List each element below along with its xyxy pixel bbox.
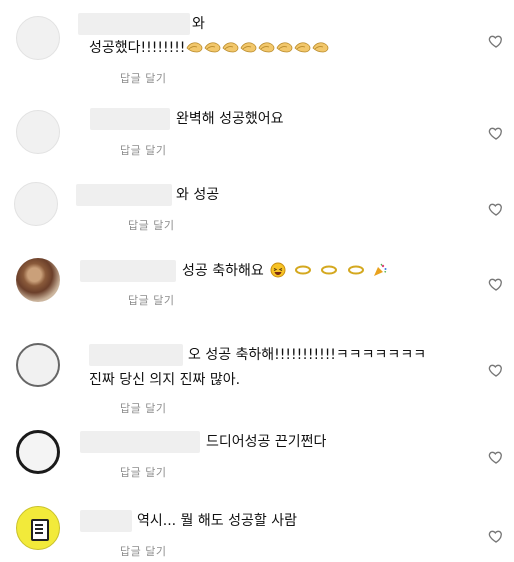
comment-text-body: 성공 축하해요	[182, 263, 264, 279]
reply-button[interactable]: 답글 달기	[120, 464, 166, 480]
clapping-hands-icon	[312, 42, 329, 53]
heart-outline-icon[interactable]	[488, 201, 504, 217]
username-redacted[interactable]	[76, 184, 172, 206]
avatar[interactable]	[16, 430, 60, 474]
avatar[interactable]	[14, 182, 58, 226]
heart-outline-icon[interactable]	[488, 125, 504, 141]
ring-icon	[294, 265, 311, 275]
reply-button[interactable]: 답글 달기	[128, 292, 174, 308]
comment-text-continuation: 성공했다!!!!!!!!	[89, 40, 186, 56]
heart-outline-icon[interactable]	[488, 33, 504, 49]
username-redacted[interactable]	[80, 510, 132, 532]
comment-text: 와 성공	[176, 187, 220, 203]
comment-text: 성공 축하해요	[182, 260, 388, 282]
laughing-face-icon	[270, 262, 286, 278]
comment-text: 오 성공 축하해!!!!!!!!!!!ㅋㅋㅋㅋㅋㅋㅋ	[188, 347, 427, 363]
username-redacted[interactable]	[78, 13, 190, 35]
reply-button[interactable]: 답글 달기	[120, 70, 166, 86]
comment-text: 역시... 뭘 해도 성공할 사람	[137, 513, 297, 529]
clapping-hands-icon	[185, 40, 329, 56]
username-redacted[interactable]	[80, 260, 176, 282]
username-redacted[interactable]	[80, 431, 200, 453]
avatar[interactable]	[16, 16, 60, 60]
ring-icon	[321, 265, 338, 275]
avatar[interactable]	[16, 506, 60, 550]
clapping-hands-icon	[258, 42, 275, 53]
comment-text: 와	[192, 16, 205, 32]
party-popper-icon	[374, 263, 387, 276]
reply-button[interactable]: 답글 달기	[120, 543, 166, 559]
username-redacted[interactable]	[89, 344, 183, 366]
reply-button[interactable]: 답글 달기	[120, 400, 166, 416]
avatar[interactable]	[16, 110, 60, 154]
ring-icon	[347, 265, 364, 275]
clapping-hands-icon	[240, 42, 257, 53]
reply-button[interactable]: 답글 달기	[120, 142, 166, 158]
comment-text: 드디어성공 끈기쩐다	[206, 434, 327, 450]
comment-text: 완벽해 성공했어요	[176, 111, 284, 127]
comment-text-line2: 진짜 당신 의지 진짜 많아.	[89, 372, 241, 388]
reply-button[interactable]: 답글 달기	[128, 217, 174, 233]
clapping-hands-icon	[294, 42, 311, 53]
clapping-hands-icon	[222, 42, 239, 53]
avatar[interactable]	[16, 343, 60, 387]
heart-outline-icon[interactable]	[488, 528, 504, 544]
avatar[interactable]	[16, 258, 60, 302]
heart-outline-icon[interactable]	[488, 362, 504, 378]
clapping-hands-icon	[186, 42, 203, 53]
heart-outline-icon[interactable]	[488, 449, 504, 465]
document-icon	[31, 519, 49, 541]
comment-text-line2: 성공했다!!!!!!!!	[89, 37, 329, 59]
heart-outline-icon[interactable]	[488, 276, 504, 292]
clapping-hands-icon	[204, 42, 221, 53]
clapping-hands-icon	[276, 42, 293, 53]
username-redacted[interactable]	[90, 108, 170, 130]
